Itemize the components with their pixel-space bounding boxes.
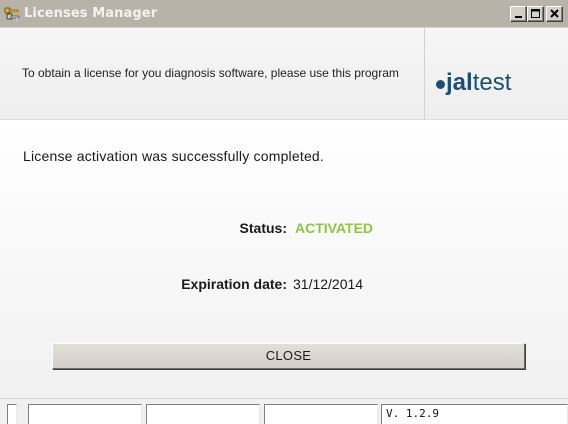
logo-dot-icon [436,80,445,89]
close-icon [550,9,559,18]
jaltest-logo: jaltest [436,70,556,98]
status-panel [28,404,142,424]
logo-light-text: test [472,69,512,96]
logo-bold-text: jal [446,69,473,96]
header-description: To obtain a license for you diagnosis so… [22,66,399,80]
status-panel [146,404,260,424]
maximize-icon [531,9,540,18]
expiration-label: Expiration date: [181,276,287,292]
header-panel: To obtain a license for you diagnosis so… [0,28,568,120]
close-button[interactable]: CLOSE [52,343,525,369]
maximize-button[interactable] [527,6,544,22]
minimize-button[interactable] [510,6,527,22]
close-window-button[interactable] [546,6,563,22]
status-panel [7,404,17,424]
status-label: Status: [239,220,287,236]
header-divider [424,28,425,120]
window-title: Licenses Manager [24,6,158,21]
version-panel: V. 1.2.9 [381,404,568,424]
status-bar: V. 1.2.9 [0,398,568,424]
minimize-icon [515,16,522,18]
keys-icon [4,6,20,22]
main-panel: License activation was successfully comp… [0,121,568,398]
activation-message: License activation was successfully comp… [23,148,325,164]
status-panel [264,404,378,424]
status-value: ACTIVATED [295,220,374,236]
version-text: V. 1.2.9 [386,407,439,420]
expiration-value: 31/12/2014 [293,276,364,292]
title-bar[interactable]: Licenses Manager [0,0,568,28]
